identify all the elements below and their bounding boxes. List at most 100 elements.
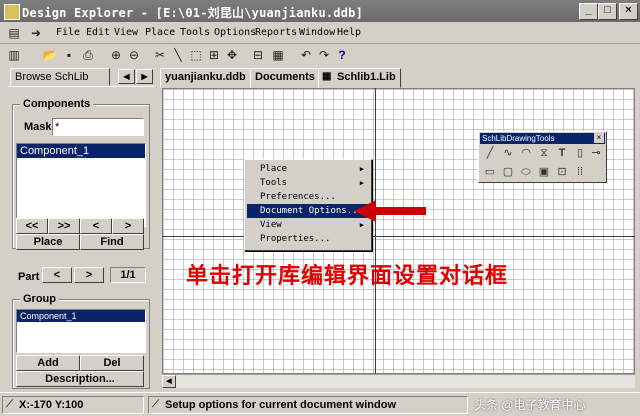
menu-window[interactable]: Window [299,27,335,38]
wire-icon[interactable]: ╲ [170,47,186,63]
line-tool-icon[interactable]: ╱ [483,146,497,160]
rounded-rect-tool-icon[interactable]: ▢ [501,165,515,179]
image-tool-icon[interactable]: ▣ [537,165,551,179]
drawing-tools-palette[interactable]: SchLibDrawingTools × ╱ ∿ ◠ ⧖ T ▯ ⊸ ▭ ▢ ⬭… [478,131,607,183]
doc-menu-icon[interactable]: ▤ [6,25,22,41]
new-component-icon[interactable]: ▯ [573,146,587,160]
submenu-arrow-icon: ▶ [359,179,364,187]
sheet-icon[interactable]: ▦ [270,47,286,63]
last-component-button[interactable]: >> [48,218,80,234]
cursor-icon: ⟋ [6,399,13,410]
arrow-icon[interactable]: ➜ [28,25,44,41]
browse-panel: Browse SchLib ◀ ▶ Components Mask * Comp… [0,66,158,392]
tab-prev-button[interactable]: ◀ [118,69,135,84]
origin-crosshair-horizontal [162,236,635,237]
tab-schlib1-lib[interactable]: ▦ Schlib1.Lib [318,68,401,88]
cursor-icon: ⟋ [152,399,159,410]
component-list[interactable]: Component_1 [16,143,146,227]
next-component-button[interactable]: > [112,218,144,234]
part-counter: 1/1 [110,267,146,283]
mask-label: Mask [24,121,52,133]
ieee-symbol-icon[interactable]: ⊡ [555,165,569,179]
cut-icon[interactable]: ✂ [152,47,168,63]
part-label: Part [18,271,40,283]
close-button[interactable]: × [619,3,638,20]
toolbar: ▥ 📂 ▪ ⎙ ⊕ ⊖ ✂ ╲ ⬚ ⊞ ✥ ⊟ ▦ ↶ ↷ ? [0,44,640,66]
group-label: Group [20,293,59,305]
minimize-button[interactable]: _ [579,3,598,20]
ellipse-tool-icon[interactable]: ⬭ [519,165,533,179]
coordinate-readout: ⟋ X:-170 Y:100 [2,396,144,414]
zoom-out-icon[interactable]: ⊖ [126,47,142,63]
submenu-arrow-icon: ▶ [359,165,364,173]
menu-place[interactable]: Place [145,27,175,38]
menu-help[interactable]: Help [337,27,361,38]
bezier-tool-icon[interactable]: ∿ [501,146,515,160]
undo-icon[interactable]: ↶ [298,47,314,63]
ctx-document-options[interactable]: Document Options... [247,204,369,218]
rectangle-tool-icon[interactable]: ▭ [483,165,497,179]
place-button[interactable]: Place [16,234,80,250]
origin-crosshair-vertical [375,88,376,374]
array-tool-icon[interactable]: ⁞⁞ [573,165,587,179]
project-icon[interactable]: ▥ [6,47,22,63]
redo-icon[interactable]: ↷ [316,47,332,63]
tab-documents[interactable]: Documents [250,68,320,88]
app-icon [4,4,20,20]
zoom-in-icon[interactable]: ⊕ [108,47,124,63]
print-icon[interactable]: ⎙ [80,47,96,63]
pin-tool-icon[interactable]: ⊸ [589,146,603,160]
annotation-text: 单击打开库编辑界面设置对话框 [186,263,509,288]
maximize-button[interactable]: □ [598,3,617,20]
palette-title: SchLibDrawingTools [480,133,605,144]
add-button[interactable]: Add [16,355,80,371]
status-bar: ⟋ X:-170 Y:100 ⟋ Setup options for curre… [0,392,640,416]
text-tool-icon[interactable]: T [555,146,569,160]
find-button[interactable]: Find [80,234,144,250]
menu-reports[interactable]: Reports [255,27,297,38]
window-title: Design Explorer - [E:\01-刘昆山\yuanjianku.… [22,6,364,20]
ctx-properties[interactable]: Properties... [247,232,369,246]
horizontal-scrollbar[interactable]: ◀ [162,374,635,388]
first-component-button[interactable]: << [16,218,48,234]
save-icon[interactable]: ▪ [61,47,77,63]
tab-browse-schlib[interactable]: Browse SchLib [10,68,110,86]
description-button[interactable]: Description... [16,371,144,387]
list-item[interactable]: Component_1 [17,310,145,322]
cross-select-icon[interactable]: ⊞ [206,47,222,63]
status-message: ⟋ Setup options for current document win… [148,396,468,414]
menu-file[interactable]: File [56,27,80,38]
menu-bar: ▤ ➜ File Edit View Place Tools Options R… [0,22,640,44]
ctx-tools[interactable]: Tools ▶ [247,176,369,190]
mask-input[interactable]: * [52,118,144,136]
scroll-left-icon[interactable]: ◀ [162,375,176,388]
list-item[interactable]: Component_1 [17,144,145,158]
menu-edit[interactable]: Edit [86,27,110,38]
ctx-preferences[interactable]: Preferences... [247,190,369,204]
tab-yuanjianku-ddb[interactable]: yuanjianku.ddb [160,68,251,88]
ctx-view[interactable]: View ▶ [247,218,369,232]
arc-tool-icon[interactable]: ◠ [519,146,533,160]
tab-next-button[interactable]: ▶ [136,69,153,84]
tab-schlib1-lib-label: Schlib1.Lib [337,71,396,83]
part-prev-button[interactable]: < [42,267,72,283]
polygon-tool-icon[interactable]: ⧖ [537,146,551,160]
schlib-file-icon: ▦ [322,71,332,82]
help-icon[interactable]: ? [334,47,350,63]
components-group-label: Components [20,98,94,110]
open-folder-icon[interactable]: 📂 [42,47,58,63]
del-button[interactable]: Del [80,355,144,371]
watermark: 头条 @电子教育中心 [474,398,586,412]
group-list[interactable]: Component_1 [16,309,146,353]
menu-options[interactable]: Options [214,27,256,38]
palette-close-icon[interactable]: × [594,133,604,143]
select-rect-icon[interactable]: ⬚ [188,47,204,63]
ctx-place[interactable]: Place ▶ [247,162,369,176]
title-bar: Design Explorer - [E:\01-刘昆山\yuanjianku.… [0,0,640,22]
menu-tools[interactable]: Tools [180,27,210,38]
move-icon[interactable]: ✥ [224,47,240,63]
library-icon[interactable]: ⊟ [250,47,266,63]
menu-view[interactable]: View [114,27,138,38]
prev-component-button[interactable]: < [80,218,112,234]
part-next-button[interactable]: > [74,267,104,283]
